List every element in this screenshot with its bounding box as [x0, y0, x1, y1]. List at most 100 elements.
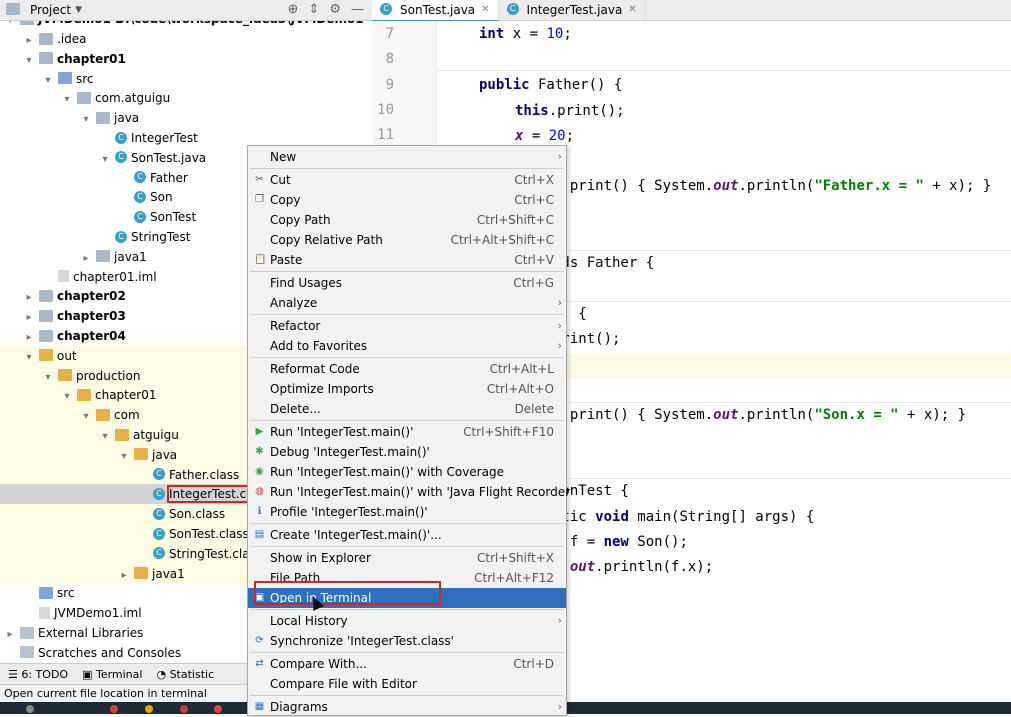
project-panel-title[interactable]: Project	[30, 3, 71, 17]
statistic-tool-button[interactable]: ◔ Statistic	[156, 668, 214, 681]
chevron-right-icon: ›	[557, 339, 562, 352]
tree-row-label: chapter01.iml	[73, 269, 157, 284]
menu-item-label: Profile 'IntegerTest.main()'	[270, 505, 428, 519]
menu-item-shortcut: Ctrl+Alt+O	[486, 382, 554, 396]
code-line: d print() { System.out.println("Son.x = …	[553, 407, 967, 423]
folder-icon	[115, 428, 129, 441]
tree-root-row[interactable]: ▾JVMDemo1 D:\code\workspace_idea3\JVMDem…	[0, 21, 372, 29]
tree-row-label: SonTest.class	[169, 527, 249, 541]
menu-item[interactable]: Refactor ›	[248, 316, 566, 336]
folder-icon	[39, 52, 53, 65]
tree-row-label: java	[114, 111, 140, 126]
debug-icon: ✱	[255, 446, 264, 457]
gear-icon[interactable]: ⚙	[329, 2, 341, 17]
menu-item[interactable]: ▶ Run 'IntegerTest.main()' Ctrl+Shift+F10	[248, 422, 566, 442]
menu-item[interactable]: Find Usages Ctrl+G	[248, 273, 566, 293]
menu-item[interactable]: New ›	[248, 147, 566, 167]
java-class-icon: C	[380, 3, 392, 15]
collapse-icon[interactable]: ⇕	[308, 2, 319, 17]
todo-tool-button[interactable]: ☰ 6: TODO	[8, 668, 68, 681]
menu-item-label: Local History	[270, 614, 348, 628]
folder-icon	[39, 32, 53, 45]
library-icon	[20, 626, 34, 639]
menu-item[interactable]: File Path Ctrl+Alt+F12	[248, 568, 566, 588]
menu-item[interactable]: ▤ Create 'IntegerTest.main()'...	[248, 525, 566, 545]
menu-item[interactable]: ✱ Debug 'IntegerTest.main()'	[248, 442, 566, 462]
menu-item[interactable]: Copy Path Ctrl+Shift+C	[248, 210, 566, 230]
create-icon: ▤	[254, 529, 265, 540]
menu-item-label: Delete...	[270, 402, 321, 416]
source-folder-icon	[39, 586, 53, 599]
menu-item-label: Show in Explorer	[270, 551, 371, 565]
taskbar-app-icon[interactable]	[26, 705, 34, 713]
close-icon[interactable]: ✕	[628, 0, 636, 20]
taskbar-app-icon[interactable]	[214, 705, 222, 713]
chevron-down-icon[interactable]: ▼	[75, 5, 82, 15]
menu-item[interactable]: ◍ Run 'IntegerTest.main()' with 'Java Fli…	[248, 482, 573, 502]
tree-item[interactable]: ▾ java	[0, 108, 372, 128]
menu-item[interactable]: Copy Relative Path Ctrl+Alt+Shift+C	[248, 230, 566, 250]
menu-item[interactable]: Optimize Imports Ctrl+Alt+O	[248, 379, 566, 399]
java-class-icon: C	[153, 507, 165, 520]
menu-item-label: Copy	[270, 193, 301, 207]
tree-row-label: java1	[152, 566, 185, 581]
menu-item-label: Find Usages	[270, 276, 343, 290]
menu-item[interactable]: Local History ›	[248, 611, 566, 631]
menu-item[interactable]: ▦ Diagrams ›	[248, 697, 566, 717]
tree-item[interactable]: ▸ .idea	[0, 29, 372, 49]
editor-tab[interactable]: C IntegerTest.java ✕	[499, 0, 646, 20]
menu-item-label: Debug 'IntegerTest.main()'	[270, 445, 430, 459]
tree-item[interactable]: ▾ chapter01	[0, 49, 372, 69]
minimize-icon[interactable]: —	[351, 2, 364, 17]
terminal-icon: ▣	[254, 592, 265, 603]
menu-item-shortcut: Delete	[514, 402, 554, 416]
globe-icon[interactable]: ⊕	[288, 2, 299, 17]
menu-item[interactable]: ⟳ Synchronize 'IntegerTest.class'	[248, 631, 566, 651]
menu-item[interactable]: ℹ Profile 'IntegerTest.main()'	[248, 502, 566, 522]
code-line: x = 20;	[515, 128, 575, 144]
menu-item[interactable]: ⇄ Compare With... Ctrl+D	[248, 654, 566, 674]
menu-item[interactable]: Add to Favorites ›	[248, 336, 566, 356]
tree-row-label: com	[114, 408, 140, 423]
taskbar-app-icon[interactable]	[180, 705, 188, 713]
terminal-tool-button[interactable]: ▣ Terminal	[82, 668, 142, 681]
menu-item[interactable]: Analyze ›	[248, 293, 566, 313]
menu-item[interactable]: ❐ Copy Ctrl+C	[248, 190, 566, 210]
chevron-right-icon: ›	[557, 319, 562, 332]
tree-row-label: com.atguigu	[95, 91, 171, 106]
run-icon: ▶	[255, 426, 264, 437]
menu-separator	[250, 420, 564, 421]
menu-item-label: Diagrams	[270, 700, 328, 714]
taskbar-app-icon[interactable]	[145, 705, 153, 713]
menu-item[interactable]: ✂ Cut Ctrl+X	[248, 170, 566, 190]
java-class-icon: C	[506, 3, 519, 15]
taskbar-app-icon[interactable]	[110, 705, 118, 713]
folder-icon	[96, 111, 110, 124]
editor-tab[interactable]: C SonTest.java ✕	[372, 0, 499, 22]
close-icon[interactable]: ✕	[481, 0, 489, 20]
tree-item[interactable]: ▾ com.atguigu	[0, 88, 372, 108]
menu-item[interactable]: Compare File with Editor	[248, 674, 566, 694]
tree-row-label: Father	[150, 170, 188, 185]
tree-row-label: IntegerTest	[131, 131, 198, 145]
line-number: 10	[377, 101, 394, 118]
folder-icon	[39, 289, 53, 302]
menu-item-label: Refactor	[270, 319, 321, 333]
menu-item[interactable]: Reformat Code Ctrl+Alt+L	[248, 359, 566, 379]
tree-row-label: Father.class	[169, 467, 240, 482]
menu-item[interactable]: Show in Explorer Ctrl+Shift+X	[248, 548, 566, 568]
menu-item-shortcut: Ctrl+D	[513, 657, 554, 671]
tab-label: SonTest.java	[400, 3, 476, 17]
tree-row-label: External Libraries	[38, 626, 144, 640]
tree-item[interactable]: ▾ src	[0, 69, 372, 89]
menu-item-shortcut: Ctrl+Alt+L	[489, 362, 554, 376]
menu-item-shortcut: Ctrl+G	[513, 276, 554, 290]
menu-item[interactable]: Delete... Delete	[248, 399, 566, 419]
menu-item[interactable]: ▣ Open in Terminal	[248, 588, 566, 608]
menu-item-shortcut: Ctrl+Alt+Shift+C	[450, 233, 554, 247]
menu-item[interactable]: 📋 Paste Ctrl+V	[248, 250, 566, 270]
status-text: Open current file location in terminal	[4, 687, 207, 700]
menu-item-shortcut: Ctrl+Shift+F10	[463, 425, 554, 439]
menu-item[interactable]: ◉ Run 'IntegerTest.main()' with Coverage	[248, 462, 566, 482]
paste-icon: 📋	[254, 254, 267, 265]
